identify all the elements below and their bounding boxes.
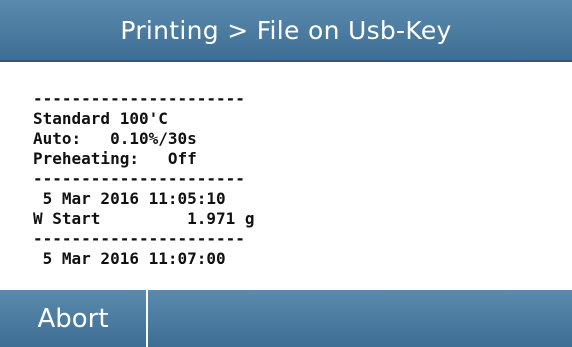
separator-line: ---------------------- — [33, 169, 245, 188]
printout-text: ---------------------- Standard 100'C Au… — [33, 89, 255, 269]
start-timestamp: 5 Mar 2016 11:05:10 — [33, 189, 226, 208]
title-bar: Printing > File on Usb-Key — [0, 0, 572, 62]
start-weight: W Start 1.971 g — [33, 209, 255, 228]
method-name: Standard 100'C — [33, 109, 168, 128]
auto-criteria: Auto: 0.10%/30s — [33, 129, 197, 148]
page-title: Printing > File on Usb-Key — [120, 15, 452, 45]
empty-button-slot — [148, 290, 572, 347]
abort-button[interactable]: Abort — [0, 290, 146, 347]
current-timestamp: 5 Mar 2016 11:07:00 — [33, 249, 226, 268]
printout-area[interactable]: ---------------------- Standard 100'C Au… — [0, 62, 572, 290]
footer-bar: Abort — [0, 290, 572, 347]
preheating-status: Preheating: Off — [33, 149, 197, 168]
separator-line: ---------------------- — [33, 229, 245, 248]
separator-line: ---------------------- — [33, 89, 245, 108]
